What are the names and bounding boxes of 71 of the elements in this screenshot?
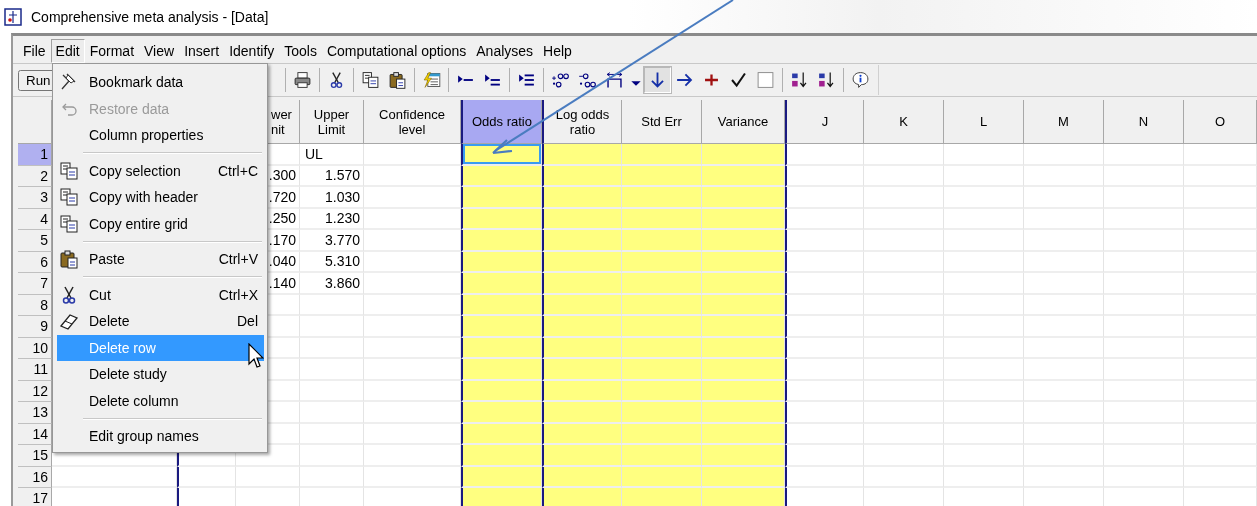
row-header[interactable]: 9 [18, 316, 52, 338]
mouse-cursor-icon [248, 343, 264, 369]
table-cell [236, 466, 300, 488]
row-header[interactable]: 15 [18, 445, 52, 467]
table-cell: 1.030 [300, 187, 364, 209]
column-header[interactable]: N [1104, 100, 1184, 144]
column-header[interactable]: Odds ratio [461, 100, 542, 144]
menu-item[interactable]: Delete study [57, 361, 264, 388]
row-header[interactable]: 2 [18, 165, 52, 187]
table-cell [300, 359, 364, 381]
column-header[interactable]: L [944, 100, 1024, 144]
row-header[interactable]: 14 [18, 423, 52, 445]
table-cell [177, 466, 236, 488]
column-header[interactable]: K [864, 100, 944, 144]
row-header[interactable]: 13 [18, 402, 52, 424]
table-cell [300, 466, 364, 488]
column-header[interactable]: M [1024, 100, 1104, 144]
copy-icon [59, 160, 79, 181]
column-header[interactable]: Upper Limit [300, 100, 364, 144]
row-header[interactable]: 6 [18, 251, 52, 273]
table-cell: UL [300, 144, 364, 166]
menu-item[interactable]: Analyses [471, 39, 539, 63]
row-header[interactable]: 4 [18, 208, 52, 230]
app-icon [4, 7, 22, 26]
copy-icon [59, 187, 79, 208]
table-cell [300, 337, 364, 359]
column-header[interactable]: Std Err [622, 100, 702, 144]
table-cell: 5.310 [300, 251, 364, 273]
menu-item[interactable]: Help [538, 39, 577, 63]
table-cell: 3.860 [300, 273, 364, 295]
row-header[interactable]: 10 [18, 337, 52, 359]
column-header[interactable]: Log odds ratio [542, 100, 622, 144]
menu-item[interactable]: Edit group names [57, 423, 264, 450]
table-cell [300, 445, 364, 467]
menu-item[interactable]: Delete column [57, 387, 264, 414]
menu-item[interactable]: File [18, 39, 51, 63]
menu-item[interactable]: Identify [224, 39, 280, 63]
menu-item[interactable]: Tools [279, 39, 322, 63]
row-header[interactable]: 3 [18, 187, 52, 209]
row-header[interactable]: 11 [18, 359, 52, 381]
row-header[interactable]: 12 [18, 380, 52, 402]
column-header[interactable]: O [1184, 100, 1257, 144]
column-header[interactable]: Confidence level [364, 100, 461, 144]
menu-item[interactable]: Insert [179, 39, 225, 63]
menu-item[interactable]: Column properties [57, 122, 264, 149]
table-cell [300, 316, 364, 338]
row-header[interactable]: 17 [18, 488, 52, 506]
table-cell: 1.230 [300, 208, 364, 230]
row-header[interactable]: 7 [18, 273, 52, 295]
row-header[interactable]: 5 [18, 230, 52, 252]
menu-item[interactable]: Computational options [321, 39, 472, 63]
table-cell: 1.570 [300, 165, 364, 187]
row-header[interactable]: 8 [18, 294, 52, 316]
menu-item[interactable]: Bookmark data [57, 69, 264, 96]
row-header[interactable]: 1 [18, 144, 52, 166]
column-header[interactable]: Variance [702, 100, 785, 144]
window-title: Comprehensive meta analysis - [Data] [31, 8, 269, 25]
paste-icon [59, 249, 79, 270]
copy-icon [59, 213, 79, 234]
menu-item[interactable]: Format [84, 39, 140, 63]
table-cell: 3.770 [300, 230, 364, 252]
row-header[interactable]: 16 [18, 466, 52, 488]
table-cell [300, 294, 364, 316]
table-cell [300, 402, 364, 424]
table-cell [300, 423, 364, 445]
menu-item[interactable]: Edit [50, 39, 85, 63]
table-cell [300, 380, 364, 402]
column-header[interactable]: J [785, 100, 864, 144]
menu-item[interactable]: Delete Del [57, 308, 264, 335]
table-cell [177, 488, 236, 506]
menu-item[interactable]: View [139, 39, 180, 63]
